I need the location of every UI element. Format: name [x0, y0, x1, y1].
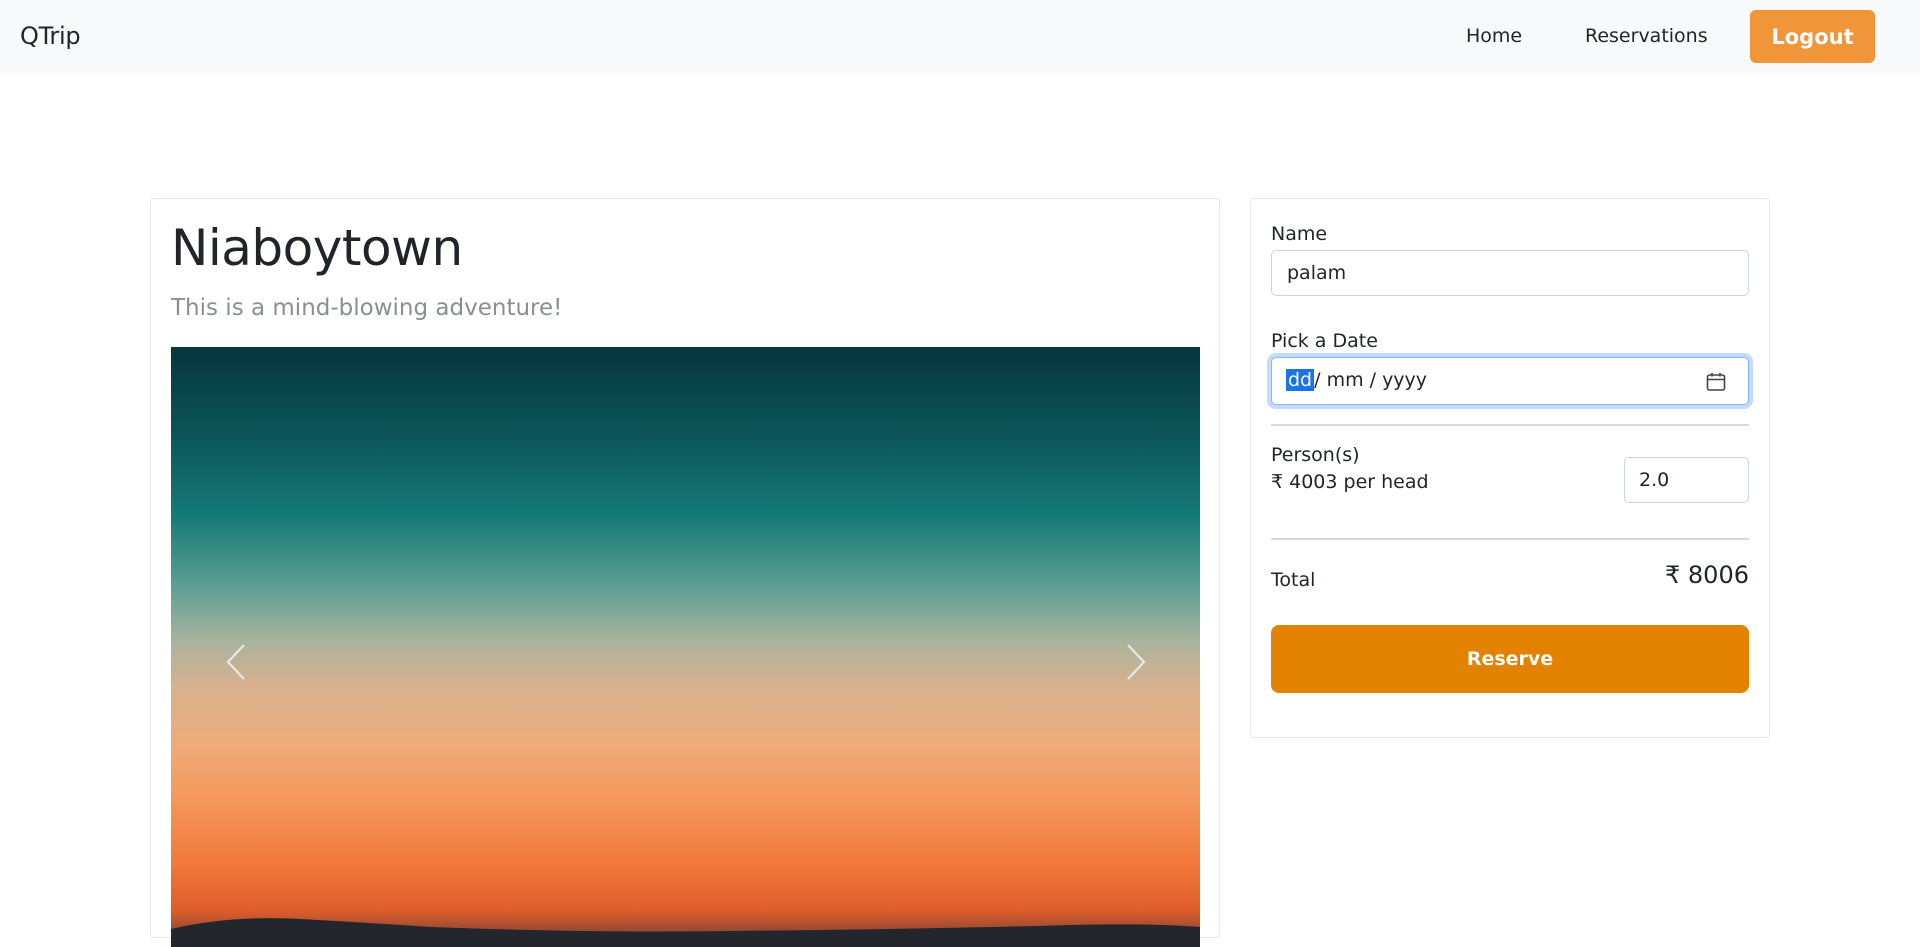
date-rest-segments[interactable]: / mm / yyyy: [1314, 369, 1427, 391]
date-label: Pick a Date: [1271, 330, 1378, 352]
adventure-card: Niaboytown This is a mind-blowing advent…: [150, 198, 1220, 947]
total-amount: ₹ 8006: [1665, 561, 1749, 589]
name-label: Name: [1271, 223, 1328, 245]
brand-logo[interactable]: QTrip: [20, 22, 81, 50]
date-placeholder: dd / mm / yyyy: [1286, 369, 1427, 391]
persons-label: Person(s): [1271, 444, 1360, 466]
adventure-subtitle: This is a mind-blowing adventure!: [171, 295, 563, 321]
logout-button[interactable]: Logout: [1750, 10, 1875, 63]
adventure-title: Niaboytown: [171, 219, 463, 277]
reserve-button[interactable]: Reserve: [1271, 625, 1749, 693]
persons-input[interactable]: [1624, 457, 1749, 503]
price-per-head: ₹ 4003 per head: [1271, 471, 1429, 493]
total-label: Total: [1271, 569, 1316, 591]
nav-link-reservations[interactable]: Reservations: [1585, 25, 1708, 47]
carousel-next-button[interactable]: [1116, 637, 1156, 687]
divider: [1271, 538, 1749, 540]
chevron-left-icon: [226, 644, 245, 680]
name-input[interactable]: [1271, 250, 1749, 296]
nav-link-home[interactable]: Home: [1466, 25, 1522, 47]
carousel-prev-button[interactable]: [216, 637, 256, 687]
date-input[interactable]: dd / mm / yyyy: [1271, 357, 1749, 405]
date-day-segment[interactable]: dd: [1286, 369, 1315, 391]
divider: [1271, 424, 1749, 426]
adventure-image-carousel: [171, 347, 1200, 947]
chevron-right-icon: [1127, 644, 1146, 680]
reservation-panel: Name Pick a Date dd/ mm / yyyy Person(s)…: [1250, 198, 1770, 738]
mountain-silhouette: [171, 918, 1200, 947]
navbar: QTrip Home Reservations Logout: [0, 0, 1920, 73]
calendar-icon[interactable]: [1704, 370, 1728, 394]
